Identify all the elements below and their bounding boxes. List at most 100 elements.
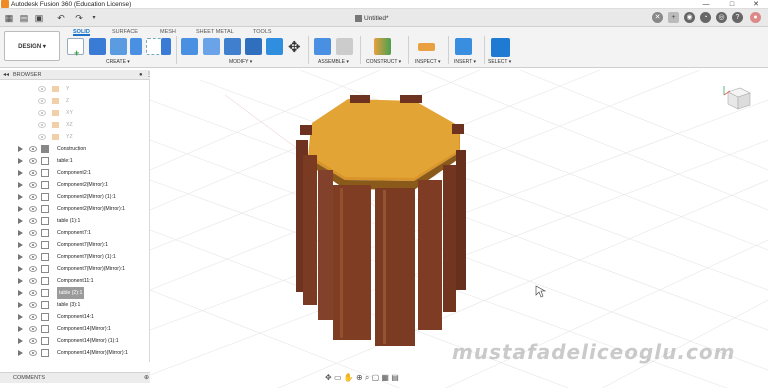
minimize-button[interactable]: — <box>694 0 718 9</box>
visibility-eye-icon[interactable] <box>38 110 46 116</box>
visibility-eye-icon[interactable] <box>29 206 37 212</box>
redo-dropdown-icon[interactable]: ▾ <box>88 12 100 24</box>
visibility-eye-icon[interactable] <box>29 254 37 260</box>
offset-plane-icon[interactable] <box>374 38 391 55</box>
close-button[interactable]: ✕ <box>744 0 768 9</box>
expand-arrow-icon[interactable] <box>18 326 23 332</box>
pan-icon[interactable]: ✋ <box>344 373 354 382</box>
document-tab[interactable]: Untitled* <box>355 11 425 27</box>
visibility-eye-icon[interactable] <box>29 170 37 176</box>
tree-row-component[interactable]: Component2(Mirror)(Mirror):1 <box>0 203 150 215</box>
construct-group-label[interactable]: CONSTRUCT ▾ <box>366 58 401 66</box>
expand-arrow-icon[interactable] <box>18 194 23 200</box>
tree-row-construction[interactable]: Construction <box>0 143 150 155</box>
plane-row-yz[interactable]: YZ <box>0 131 150 143</box>
visibility-eye-icon[interactable] <box>29 194 37 200</box>
maximize-button[interactable]: □ <box>720 0 744 9</box>
new-component-icon[interactable] <box>314 38 331 55</box>
visibility-eye-icon[interactable] <box>29 350 37 356</box>
expand-arrow-icon[interactable] <box>18 206 23 212</box>
visibility-eye-icon[interactable] <box>29 290 37 296</box>
plane-row-xz[interactable]: XZ <box>0 119 150 131</box>
close-tab-icon[interactable]: ✕ <box>652 12 663 23</box>
visibility-eye-icon[interactable] <box>29 218 37 224</box>
chamfer-icon[interactable] <box>224 38 241 55</box>
visibility-eye-icon[interactable] <box>29 266 37 272</box>
expand-arrow-icon[interactable] <box>18 254 23 260</box>
tree-row-component-selected[interactable]: table (2):1 <box>0 287 150 299</box>
expand-arrow-icon[interactable] <box>18 302 23 308</box>
collapse-browser-icon[interactable]: ◂◂ <box>3 70 9 80</box>
look-at-icon[interactable]: ▭ <box>334 373 342 382</box>
expand-arrow-icon[interactable] <box>18 338 23 344</box>
undo-icon[interactable]: ↶ <box>55 12 67 24</box>
extrude-icon[interactable] <box>89 38 106 55</box>
expand-arrow-icon[interactable] <box>18 182 23 188</box>
measure-icon[interactable] <box>418 43 435 51</box>
expand-arrow-icon[interactable] <box>18 242 23 248</box>
browser-pin-icon[interactable]: ● <box>139 70 143 80</box>
tree-row-component[interactable]: table (3):1 <box>0 299 150 311</box>
expand-arrow-icon[interactable] <box>18 230 23 236</box>
combine-icon[interactable] <box>266 38 283 55</box>
browser-menu-icon[interactable]: ⋮ <box>146 70 152 80</box>
move-copy-icon[interactable]: ✥ <box>288 38 301 56</box>
expand-arrow-icon[interactable] <box>18 218 23 224</box>
expand-arrow-icon[interactable] <box>18 158 23 164</box>
visibility-eye-icon[interactable] <box>29 230 37 236</box>
display-settings-icon[interactable]: ▢ <box>372 373 380 382</box>
comments-expand-icon[interactable]: ⊕ <box>144 373 149 384</box>
visibility-eye-icon[interactable] <box>29 182 37 188</box>
visibility-eye-icon[interactable] <box>29 158 37 164</box>
new-tab-icon[interactable]: + <box>668 12 679 23</box>
expand-arrow-icon[interactable] <box>18 146 23 152</box>
modify-group-label[interactable]: MODIFY ▾ <box>229 58 252 66</box>
tree-row-component[interactable]: Component7(Mirror)(Mirror):1 <box>0 263 150 275</box>
shell-icon[interactable] <box>245 38 262 55</box>
tree-row-component[interactable]: Component14:1 <box>0 311 150 323</box>
workspace-switcher-button[interactable]: DESIGN ▾ <box>4 31 60 61</box>
expand-arrow-icon[interactable] <box>18 290 23 296</box>
orbit-icon[interactable]: ✥ <box>325 373 332 382</box>
select-group-label[interactable]: SELECT ▾ <box>488 58 511 66</box>
tab-sheet-metal[interactable]: SHEET METAL <box>196 28 234 36</box>
create-group-label[interactable]: CREATE ▾ <box>106 58 130 66</box>
tree-row-component[interactable]: Component2(Mirror) (1):1 <box>0 191 150 203</box>
tab-tools[interactable]: TOOLS <box>253 28 272 36</box>
help-icon[interactable]: ? <box>732 12 743 23</box>
revolve-icon[interactable] <box>110 38 127 55</box>
insert-group-label[interactable]: INSERT ▾ <box>454 58 476 66</box>
viewports-icon[interactable]: ▤ <box>391 373 399 382</box>
fit-icon[interactable]: ⌕ <box>365 373 369 382</box>
visibility-eye-icon[interactable] <box>29 314 37 320</box>
tree-row-component[interactable]: Component14(Mirror)(Mirror):1 <box>0 347 150 359</box>
zoom-icon[interactable]: ⊕ <box>356 373 363 382</box>
visibility-eye-icon[interactable] <box>38 134 46 140</box>
insert-image-icon[interactable] <box>455 38 472 55</box>
plane-row-xy[interactable]: XY <box>0 107 150 119</box>
app-grid-icon[interactable]: ▦ <box>3 12 15 24</box>
tree-row-component[interactable]: Component7:1 <box>0 227 150 239</box>
sweep-icon[interactable] <box>130 38 142 55</box>
tab-mesh[interactable]: MESH <box>160 28 176 36</box>
user-avatar[interactable]: ● <box>750 12 761 23</box>
inspect-group-label[interactable]: INSPECT ▾ <box>415 58 440 66</box>
plane-row-y[interactable]: Y <box>0 83 150 95</box>
notifications-icon[interactable]: ◎ <box>716 12 727 23</box>
visibility-eye-icon[interactable] <box>29 338 37 344</box>
file-menu-icon[interactable]: ▤ <box>18 12 30 24</box>
tree-row-component[interactable]: Component7(Mirror) (1):1 <box>0 251 150 263</box>
press-pull-icon[interactable] <box>181 38 198 55</box>
tree-row-component[interactable]: table (1):1 <box>0 215 150 227</box>
tree-row-component[interactable]: Component2:1 <box>0 167 150 179</box>
expand-arrow-icon[interactable] <box>18 314 23 320</box>
comments-panel[interactable]: COMMENTS ⊕ <box>0 372 150 383</box>
visibility-eye-icon[interactable] <box>38 122 46 128</box>
assemble-group-label[interactable]: ASSEMBLE ▾ <box>318 58 349 66</box>
grid-settings-icon[interactable]: ▦ <box>381 373 389 382</box>
save-icon[interactable]: ▣ <box>33 12 45 24</box>
tab-surface[interactable]: SURFACE <box>112 28 138 36</box>
visibility-eye-icon[interactable] <box>29 302 37 308</box>
create-form-icon[interactable] <box>161 38 171 55</box>
visibility-eye-icon[interactable] <box>29 326 37 332</box>
